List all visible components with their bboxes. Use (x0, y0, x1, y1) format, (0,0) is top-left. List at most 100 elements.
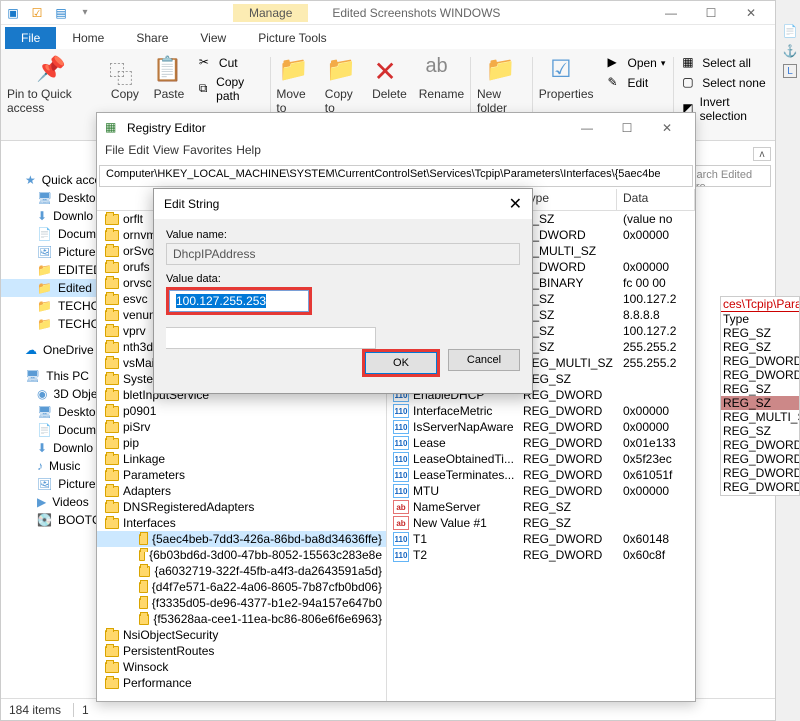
dialog-title: Edit String (164, 197, 219, 211)
tab-file[interactable]: File (5, 27, 56, 49)
3d-icon: ◉ (37, 387, 47, 401)
tree-node[interactable]: {f3335d05-de96-4377-b1e2-94a157e647b0 (97, 595, 386, 611)
pin-button[interactable]: 📌Pin to Quick access (1, 53, 103, 136)
tree-node[interactable]: Parameters (97, 467, 386, 483)
address-bar[interactable]: Computer\HKEY_LOCAL_MACHINE\SYSTEM\Curre… (99, 165, 693, 187)
regvalue-icon: 110 (393, 452, 409, 466)
copy-icon: ⿻ (109, 55, 141, 87)
value-row[interactable]: 110LeaseTerminates...REG_DWORD0x61051f (387, 467, 695, 483)
folder-icon (105, 294, 119, 305)
regvalue-icon: 110 (393, 484, 409, 498)
maximize-button[interactable]: ☐ (691, 1, 731, 25)
folder-icon (105, 518, 119, 529)
open-button[interactable]: ▶Open▾ (604, 53, 670, 73)
tree-node[interactable]: Linkage (97, 451, 386, 467)
menu-help[interactable]: Help (236, 143, 261, 163)
tree-node[interactable]: Performance (97, 675, 386, 691)
value-row[interactable]: 110T2REG_DWORD0x60c8f (387, 547, 695, 563)
tab-home[interactable]: Home (56, 27, 120, 49)
reg-minimize[interactable]: — (567, 113, 607, 143)
value-row[interactable]: 110IsServerNapAwareREG_DWORD0x00000 (387, 419, 695, 435)
folder-icon (139, 550, 145, 561)
folder-icon (139, 534, 148, 545)
path-icon: ⧉ (199, 81, 212, 97)
tab-view[interactable]: View (184, 27, 242, 49)
ok-highlight: OK (362, 349, 440, 377)
qat-new-icon[interactable]: ▤ (53, 5, 69, 21)
qat-folder-icon[interactable]: ▣ (5, 5, 21, 21)
edit-button[interactable]: ✎Edit (604, 73, 670, 93)
tree-node[interactable]: {d4f7e571-6a22-4a06-8605-7b87cfb0bd06} (97, 579, 386, 595)
video-icon: ▶ (37, 495, 46, 509)
dialog-close-icon[interactable]: ✕ (509, 194, 522, 214)
value-row[interactable]: abNew Value #1REG_SZ (387, 515, 695, 531)
folder-icon (105, 646, 119, 657)
close-button[interactable]: ✕ (731, 1, 771, 25)
selectall-button[interactable]: ▦Select all (678, 53, 771, 73)
regvalue-icon: 110 (393, 420, 409, 434)
download-icon: ⬇ (37, 209, 47, 223)
menu-edit[interactable]: Edit (128, 143, 149, 163)
regedit-title: Registry Editor (127, 121, 206, 135)
tab-picture-tools[interactable]: Picture Tools (242, 27, 342, 49)
folder-icon: 📁 (37, 281, 52, 295)
pictures-icon: 🖼 (37, 477, 52, 491)
copypath-button[interactable]: ⧉Copy path (195, 73, 266, 105)
dialog-titlebar: Edit String ✕ (154, 189, 532, 219)
side-anchor-icon[interactable]: ⚓ (783, 44, 798, 58)
value-row[interactable]: abNameServerREG_SZ (387, 499, 695, 515)
value-data-label: Value data: (166, 273, 520, 285)
qat-dropdown-icon[interactable]: ▾ (77, 5, 93, 21)
reg-close[interactable]: ✕ (647, 113, 687, 143)
folder-icon (105, 502, 119, 513)
folder-icon (105, 278, 119, 289)
minimize-button[interactable]: — (651, 1, 691, 25)
contextual-tab-label[interactable]: Manage (233, 4, 308, 22)
folder-icon (105, 374, 119, 385)
value-name-field: DhcpIPAddress (166, 243, 520, 265)
selectnone-button[interactable]: ▢Select none (678, 73, 771, 93)
tree-node[interactable]: DNSRegisteredAdapters (97, 499, 386, 515)
side-doc-icon[interactable]: 📄 (783, 24, 798, 38)
value-row[interactable]: 110T1REG_DWORD0x60148 (387, 531, 695, 547)
tab-share[interactable]: Share (120, 27, 184, 49)
pictures-icon: 🖼 (37, 245, 52, 259)
menu-file[interactable]: File (105, 143, 124, 163)
col-data[interactable]: Data (617, 189, 695, 210)
value-row[interactable]: 110LeaseREG_DWORD0x01e133 (387, 435, 695, 451)
folder-icon (139, 614, 149, 625)
side-l-icon[interactable]: L (783, 64, 797, 78)
tree-node[interactable]: piSrv (97, 419, 386, 435)
menu-favorites[interactable]: Favorites (183, 143, 232, 163)
menu-view[interactable]: View (153, 143, 179, 163)
tree-node[interactable]: Interfaces (97, 515, 386, 531)
tree-node[interactable]: {f53628aa-cee1-11ea-bc86-806e6f6e6963} (97, 611, 386, 627)
desktop-icon: 🖥 (37, 405, 52, 419)
folder-icon (105, 630, 119, 641)
value-data-input-rest[interactable] (166, 327, 376, 349)
cancel-button[interactable]: Cancel (448, 349, 520, 371)
value-data-input[interactable]: 100.127.255.253 (169, 290, 309, 312)
edit-string-dialog: Edit String ✕ Value name: DhcpIPAddress … (153, 188, 533, 394)
explorer-titlebar: ▣ ☑ ▤ ▾ Manage Edited Screenshots WINDOW… (1, 1, 775, 25)
tree-node[interactable]: {5aec4beb-7dd3-426a-86bd-ba8d34636ffe} (97, 531, 386, 547)
value-row[interactable]: 110InterfaceMetricREG_DWORD0x00000 (387, 403, 695, 419)
tree-node[interactable]: {6b03bd6d-3d00-47bb-8052-15563c283e8e (97, 547, 386, 563)
tree-node[interactable]: Winsock (97, 659, 386, 675)
folder-move-icon: 📁 (279, 55, 311, 87)
cut-button[interactable]: ✂Cut (195, 53, 266, 73)
tree-node[interactable]: PersistentRoutes (97, 643, 386, 659)
tree-node[interactable]: p0901 (97, 403, 386, 419)
regvalue-icon: 110 (393, 436, 409, 450)
tree-node[interactable]: pip (97, 435, 386, 451)
status-sel: 1 (73, 703, 89, 717)
reg-maximize[interactable]: ☐ (607, 113, 647, 143)
tree-node[interactable]: {a6032719-322f-45fb-a4f3-da2643591a5d} (97, 563, 386, 579)
ok-button[interactable]: OK (365, 352, 437, 374)
qat-check-icon[interactable]: ☑ (29, 5, 45, 21)
tree-node[interactable]: Adapters (97, 483, 386, 499)
value-row[interactable]: 110MTUREG_DWORD0x00000 (387, 483, 695, 499)
tree-node[interactable]: NsiObjectSecurity (97, 627, 386, 643)
value-row[interactable]: 110LeaseObtainedTi...REG_DWORD0x5f23ec (387, 451, 695, 467)
collapse-ribbon-icon[interactable]: ʌ (753, 147, 771, 161)
